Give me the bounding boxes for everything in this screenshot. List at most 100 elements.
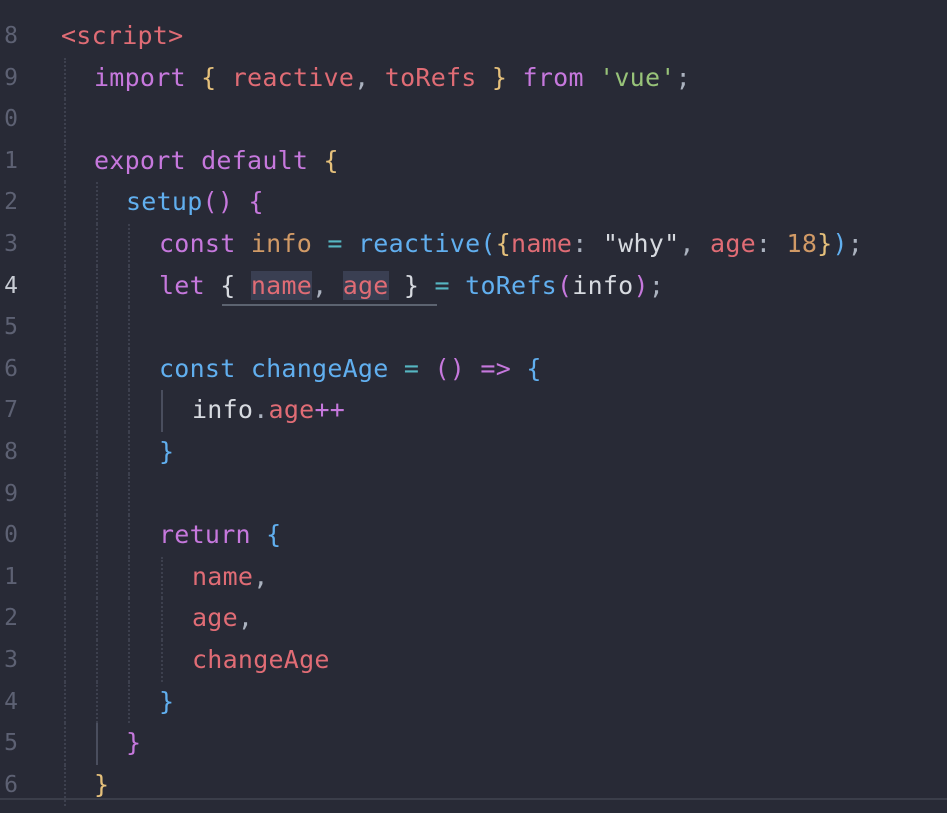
token-brace: { [248, 187, 264, 217]
token-function: changeAge [250, 353, 389, 383]
token-brace: { [266, 520, 282, 550]
token-string: 'vue' [599, 62, 676, 92]
code-line[interactable]: 1 export default { [0, 140, 947, 183]
code-line[interactable]: 8 <script> [0, 16, 947, 58]
token-paren: ) [633, 270, 649, 300]
indent-guide [96, 265, 98, 308]
token-paren: ( [480, 229, 496, 258]
token-punct: : [755, 229, 772, 258]
indent-guide [128, 556, 130, 599]
indent-guide [128, 224, 130, 266]
indent-guide-active [161, 390, 163, 432]
token-brace: } [403, 270, 420, 300]
line-number: 1 [4, 563, 18, 590]
token-punct: , [312, 270, 328, 300]
code-line-active[interactable]: 4 let { name, age } = toRefs(info); [0, 265, 947, 308]
token-identifier: reactive [231, 62, 355, 92]
panel-divider [0, 798, 947, 800]
bracket-match-underline [222, 304, 437, 306]
line-number: 9 [4, 64, 18, 91]
code-line[interactable]: 2 age, [0, 598, 947, 640]
indent-guide [64, 515, 66, 557]
code-line[interactable]: 0 [0, 99, 947, 141]
indent-guide [64, 224, 66, 266]
token-identifier-highlight: name [250, 270, 313, 300]
token-brace: } [159, 437, 175, 466]
indent-guide [128, 307, 130, 349]
code-line[interactable]: 6 const changeAge = () => { [0, 348, 947, 391]
token-punct: . [253, 395, 269, 425]
token-operator: = [327, 229, 343, 258]
indent-guide [128, 598, 130, 640]
token-punct: , [253, 561, 269, 591]
indent-guide [64, 640, 66, 682]
token-operator: = [434, 270, 450, 300]
indent-guide [96, 556, 98, 599]
token-keyword: export [94, 145, 186, 175]
line-number: 4 [4, 272, 18, 299]
indent-guide [96, 681, 98, 724]
token-paren: () [434, 353, 466, 383]
code-line[interactable]: 8 } [0, 432, 947, 474]
token-function: reactive [357, 229, 481, 258]
indent-guide [128, 432, 130, 474]
token-function: toRefs [465, 270, 557, 300]
indent-guide [64, 764, 66, 807]
code-line[interactable]: 6 } [0, 764, 947, 807]
token-punct: , [237, 603, 254, 633]
code-line[interactable]: 1 name, [0, 556, 947, 599]
code-line[interactable]: 4 } [0, 681, 947, 724]
token-identifier: age [192, 603, 238, 633]
indent-guide [64, 99, 66, 141]
code-line[interactable]: 3 const info = reactive({name: "why", ag… [0, 224, 947, 266]
line-number: 3 [4, 647, 18, 673]
token-brace: { [201, 62, 217, 92]
indent-guide [64, 390, 66, 432]
token-identifier: changeAge [192, 645, 330, 674]
code-line[interactable]: 5 [0, 307, 947, 349]
indent-guide [161, 598, 163, 640]
line-number: 6 [4, 771, 18, 798]
indent-guide [96, 307, 98, 349]
indent-guide [64, 598, 66, 640]
token-brace: { [323, 145, 339, 175]
indent-guide [64, 723, 66, 765]
token-keyword: import [94, 62, 186, 92]
code-line[interactable]: 9 import { reactive, toRefs } from 'vue'… [0, 57, 947, 100]
token-punct: ; [648, 270, 665, 300]
code-line[interactable]: 5 } [0, 723, 947, 765]
indent-guide [161, 640, 163, 682]
token-brace: } [94, 769, 110, 799]
token-brace: } [817, 229, 833, 258]
code-line[interactable]: 9 [0, 473, 947, 516]
indent-guide [96, 432, 98, 474]
token-keyword: let [159, 270, 205, 300]
indent-guide [96, 473, 98, 516]
token-function: setup [126, 187, 203, 217]
code-editor[interactable]: 8 <script> 9 import { reactive, toRefs }… [0, 0, 947, 813]
token-punct: ; [675, 62, 691, 92]
code-line[interactable]: 7 info.age++ [0, 390, 947, 432]
indent-guide [64, 265, 66, 308]
indent-guide [128, 681, 130, 724]
indent-guide [64, 556, 66, 599]
indent-guide [96, 598, 98, 640]
indent-guide [128, 390, 130, 432]
token-variable: info [250, 229, 313, 258]
token-punct: : [572, 229, 588, 258]
code-line[interactable]: 0 return { [0, 515, 947, 557]
code-line[interactable]: 2 setup() { [0, 182, 947, 224]
indent-guide [128, 265, 130, 308]
token-property: age [710, 229, 756, 258]
token-script-tag: <script> [61, 21, 184, 50]
token-variable: info [572, 270, 634, 300]
line-number: 1 [4, 147, 18, 174]
code-line[interactable]: 3 changeAge [0, 640, 947, 682]
indent-guide [128, 348, 130, 391]
line-number: 8 [4, 439, 18, 465]
token-brace: { [526, 353, 542, 383]
token-keyword: const [159, 353, 236, 383]
token-punct: ; [847, 229, 864, 258]
indent-guide [161, 556, 163, 599]
line-number: 8 [4, 23, 18, 49]
